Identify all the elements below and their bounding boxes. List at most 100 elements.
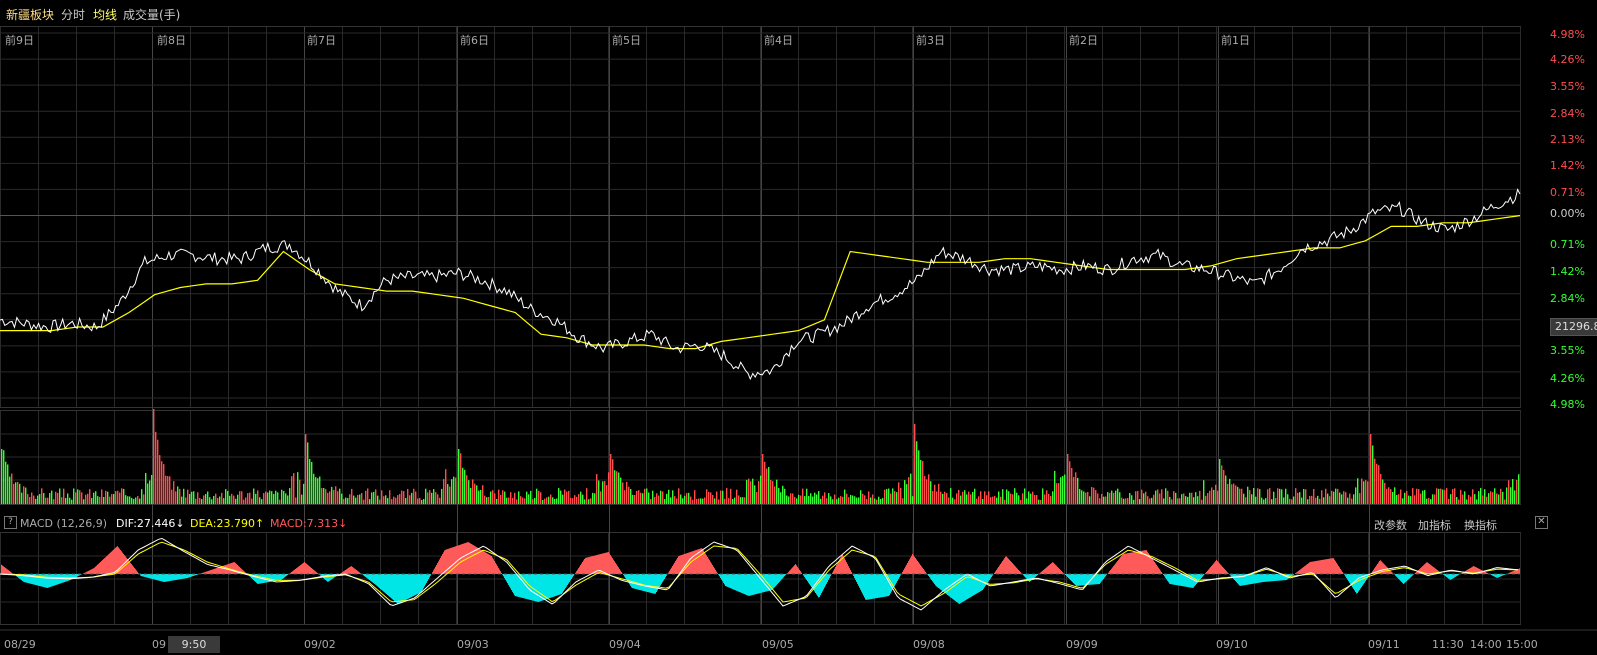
change-params-button[interactable]: 改参数 <box>1374 517 1407 533</box>
volume-bar <box>596 474 598 504</box>
price-label-down: 2.84% <box>1550 292 1585 305</box>
macd-bar <box>149 574 150 579</box>
volume-bar <box>728 498 730 504</box>
macd-bar <box>1337 564 1338 574</box>
volume-bar <box>243 499 245 504</box>
add-indicator-button[interactable]: 加指标 <box>1418 517 1451 533</box>
macd-bar <box>1205 573 1206 574</box>
volume-bar <box>273 494 275 504</box>
macd-bar <box>748 574 749 596</box>
macd-bar <box>727 574 728 587</box>
macd-bar <box>1037 574 1038 576</box>
volume-bar <box>23 486 25 504</box>
macd-bar <box>314 570 315 574</box>
macd-bar <box>1274 574 1275 582</box>
macd-bar <box>1005 556 1006 574</box>
macd-bar <box>389 574 390 597</box>
volume-bar <box>924 476 926 504</box>
macd-bar <box>1119 558 1120 574</box>
macd-bar <box>911 555 912 574</box>
volume-bar <box>1516 479 1518 504</box>
volume-bar <box>349 494 351 504</box>
volume-bar <box>1319 498 1321 504</box>
macd-bar <box>801 572 802 574</box>
macd-bar <box>276 574 277 581</box>
macd-bar <box>224 565 225 574</box>
macd-bar <box>1079 574 1080 586</box>
volume-bar <box>393 496 395 504</box>
macd-bar <box>1056 565 1057 574</box>
volume-bar <box>361 492 363 504</box>
macd-bar <box>312 568 313 574</box>
macd-bar <box>822 574 823 592</box>
macd-bar <box>1491 574 1492 576</box>
volume-bar <box>1402 498 1404 504</box>
macd-bar <box>258 574 259 584</box>
volume-bar <box>251 498 253 504</box>
macd-bar <box>426 574 427 583</box>
macd-bar <box>8 570 9 574</box>
macd-bar <box>1074 574 1075 585</box>
macd-bar <box>1250 574 1251 585</box>
macd-bar <box>308 565 309 574</box>
macd-bar <box>97 564 98 574</box>
volume-bar <box>1293 496 1295 504</box>
volume-bar <box>800 495 802 504</box>
macd-bar <box>845 560 846 574</box>
volume-bar <box>986 495 988 504</box>
volume-bar <box>1357 478 1359 504</box>
switch-indicator-button[interactable]: 换指标 <box>1464 517 1497 533</box>
macd-bar <box>283 574 284 579</box>
macd-bar <box>580 565 581 574</box>
macd-bar <box>751 574 752 596</box>
macd-bar <box>673 564 674 574</box>
macd-bar <box>424 574 425 587</box>
macd-bar <box>456 546 457 574</box>
macd-bar <box>933 574 934 583</box>
macd-bar <box>487 553 488 574</box>
macd-bar <box>548 574 549 599</box>
volume-bar <box>1189 492 1191 504</box>
macd-bar <box>533 574 534 601</box>
macd-bar <box>259 574 260 584</box>
volume-bar <box>718 499 720 504</box>
macd-bar <box>316 572 317 574</box>
macd-bar <box>110 552 111 574</box>
volume-bar <box>425 488 427 504</box>
macd-bar <box>1425 563 1426 574</box>
volume-bar <box>1004 499 1006 504</box>
macd-bar <box>1078 574 1079 586</box>
volume-bar <box>307 442 309 504</box>
volume-bar <box>952 497 954 504</box>
macd-bar <box>1479 568 1480 574</box>
volume-bar <box>119 492 121 504</box>
close-icon[interactable]: ✕ <box>1535 516 1548 529</box>
macd-bar <box>180 574 181 580</box>
macd-bar <box>1383 563 1384 574</box>
volume-bar <box>1370 434 1372 504</box>
volume-bar <box>1518 474 1520 504</box>
volume-bar <box>478 490 480 504</box>
volume-bar <box>734 497 736 504</box>
macd-bar <box>989 574 990 581</box>
volume-bar <box>562 494 564 504</box>
macd-bar <box>235 563 236 574</box>
macd-bar <box>943 574 944 592</box>
volume-bar <box>826 498 828 504</box>
volume-bar <box>331 486 333 504</box>
macd-bar <box>150 574 151 579</box>
macd-bar <box>792 567 793 574</box>
macd-bar <box>1410 574 1411 578</box>
macd-bar <box>713 566 714 574</box>
volume-bar <box>195 498 197 504</box>
macd-bar <box>173 574 174 581</box>
macd-bar <box>506 574 507 582</box>
volume-bar <box>281 489 283 504</box>
chart-canvas[interactable] <box>0 0 1597 655</box>
volume-bar <box>492 490 494 504</box>
volume-bar <box>1261 497 1263 504</box>
macd-bar <box>1122 554 1123 574</box>
volume-bar <box>365 490 367 504</box>
macd-bar <box>577 569 578 574</box>
volume-bar <box>482 485 484 504</box>
